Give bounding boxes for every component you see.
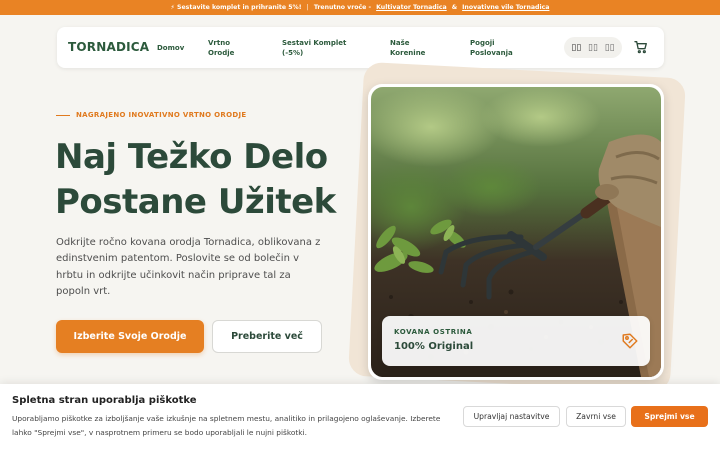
language-option[interactable]: ▯▯: [571, 43, 581, 53]
promo-link-vile[interactable]: Inovativne vile Tornadica: [462, 4, 549, 11]
main-navigation: TORNADICA Domov Vrtno Orodje Sestavi Kom…: [57, 27, 664, 68]
cookie-title: Spletna stran uporablja piškotke: [12, 395, 197, 406]
hero-title-line-1: Naj Težko Delo: [55, 137, 328, 177]
language-switcher: ▯▯ ▯▯ ▯▯: [564, 37, 622, 58]
promo-separator: |: [306, 4, 309, 11]
promo-link-kultivator[interactable]: Kultivator Tornadica: [376, 4, 447, 11]
accept-cookies-button[interactable]: Sprejmi vse: [631, 406, 708, 427]
hero-eyebrow: NAGRAJENO INOVATIVNO VRTNO ORODJE: [56, 111, 246, 119]
eyebrow-line: [56, 114, 70, 116]
nav-link-sestavi-komplet[interactable]: Sestavi Komplet (-5%): [282, 38, 346, 58]
manage-cookies-button[interactable]: Upravljaj nastavitve: [463, 406, 560, 427]
choose-tool-button[interactable]: Izberite Svoje Orodje: [56, 320, 204, 353]
language-option[interactable]: ▯▯: [588, 43, 598, 53]
reject-cookies-button[interactable]: Zavrni vse: [566, 406, 626, 427]
cart-icon[interactable]: [633, 39, 649, 55]
cookie-text: Uporabljamo piškotke za izboljšanje vaše…: [12, 414, 441, 437]
language-option[interactable]: ▯▯: [605, 43, 615, 53]
tag-icon: [622, 333, 638, 349]
nav-link-nase-korenine[interactable]: Naše Korenine: [390, 38, 425, 58]
forged-edge-badge: KOVANA OSTRINA 100% Original: [382, 316, 650, 366]
eyebrow-text: NAGRAJENO INOVATIVNO VRTNO ORODJE: [76, 111, 247, 119]
logo[interactable]: TORNADICA: [68, 40, 149, 54]
hero-title-line-2: Postane Užitek: [55, 182, 336, 222]
promo-bar: ⚡ Sestavite komplet in prihranite 5%! | …: [0, 0, 720, 15]
nav-link-domov[interactable]: Domov: [157, 43, 184, 53]
badge-label: KOVANA OSTRINA: [394, 328, 473, 336]
promo-ampersand: &: [451, 4, 458, 11]
hero-description: Odkrijte ročno kovana orodja Tornadica, …: [56, 237, 321, 298]
promo-hot-text: Trenutno vroče -: [313, 4, 372, 11]
badge-value: 100% Original: [394, 341, 474, 352]
nav-link-vrtno-orodje[interactable]: Vrtno Orodje: [208, 38, 234, 58]
promo-text: ⚡ Sestavite komplet in prihranite 5%!: [170, 4, 302, 11]
nav-link-pogoji-poslovanja[interactable]: Pogoji Poslovanja: [470, 38, 513, 58]
hero-title: Naj Težko Delo Postane Užitek: [55, 135, 365, 225]
read-more-button[interactable]: Preberite več: [212, 320, 322, 353]
cookie-banner: Spletna stran uporablja piškotke Uporabl…: [0, 384, 720, 450]
